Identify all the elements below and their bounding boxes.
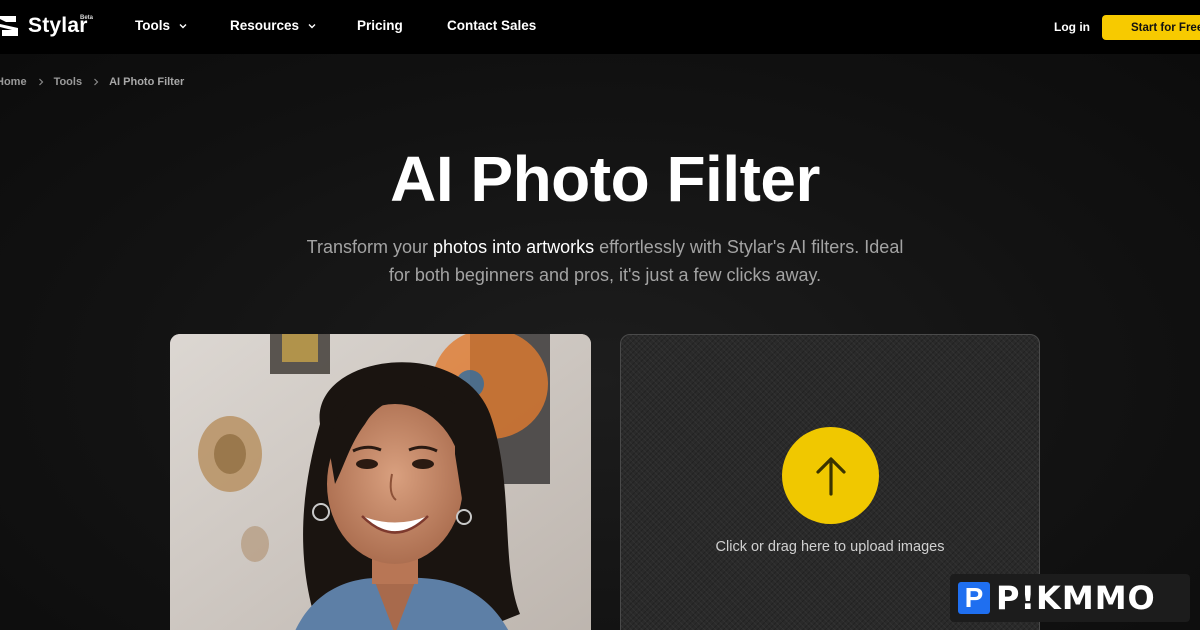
nav-resources[interactable]: Resources	[230, 18, 317, 33]
start-for-free-button[interactable]: Start for Free	[1102, 15, 1200, 40]
nav-contact-sales[interactable]: Contact Sales	[447, 18, 536, 33]
watermark-text: P!KMMO	[996, 579, 1156, 617]
nav-tools[interactable]: Tools	[135, 18, 188, 33]
upload-instruction: Click or drag here to upload images	[715, 539, 945, 555]
upload-button[interactable]	[782, 427, 879, 524]
login-link[interactable]: Log in	[1054, 20, 1090, 34]
pikmmo-watermark: P P!KMMO	[950, 574, 1190, 622]
chevron-down-icon	[308, 24, 316, 29]
stylar-logo[interactable]: Stylar Beta	[0, 13, 93, 39]
watermark-logo: P	[958, 582, 990, 614]
chevron-right-icon	[94, 78, 99, 86]
nav-contact-sales-label: Contact Sales	[447, 18, 537, 33]
upload-arrow-icon	[815, 456, 846, 496]
nav-resources-label: Resources	[230, 18, 300, 33]
nav-pricing-label: Pricing	[357, 18, 403, 33]
breadcrumb-home[interactable]: Home	[0, 76, 27, 88]
subtitle-part1: Transform your	[306, 237, 434, 257]
portrait-image	[170, 334, 591, 630]
chevron-down-icon	[179, 24, 187, 29]
top-navbar: Stylar Beta Tools Resources Pricing Cont…	[0, 0, 1200, 54]
subtitle-highlight: photos into artworks	[433, 237, 595, 257]
nav-pricing[interactable]: Pricing	[357, 18, 403, 33]
page-title: AI Photo Filter	[390, 143, 820, 215]
breadcrumb-tools[interactable]: Tools	[54, 76, 83, 88]
logo-text: Stylar	[28, 14, 88, 37]
breadcrumb-current: AI Photo Filter	[109, 76, 185, 88]
chevron-right-icon	[38, 78, 43, 86]
stylar-logo-icon	[0, 16, 18, 36]
nav-tools-label: Tools	[135, 18, 170, 33]
hero-subtitle: Transform your photos into artworks effo…	[300, 233, 910, 289]
sample-photo	[170, 334, 591, 630]
beta-badge: Beta	[80, 15, 94, 21]
breadcrumb: Home Tools AI Photo Filter	[0, 76, 184, 88]
